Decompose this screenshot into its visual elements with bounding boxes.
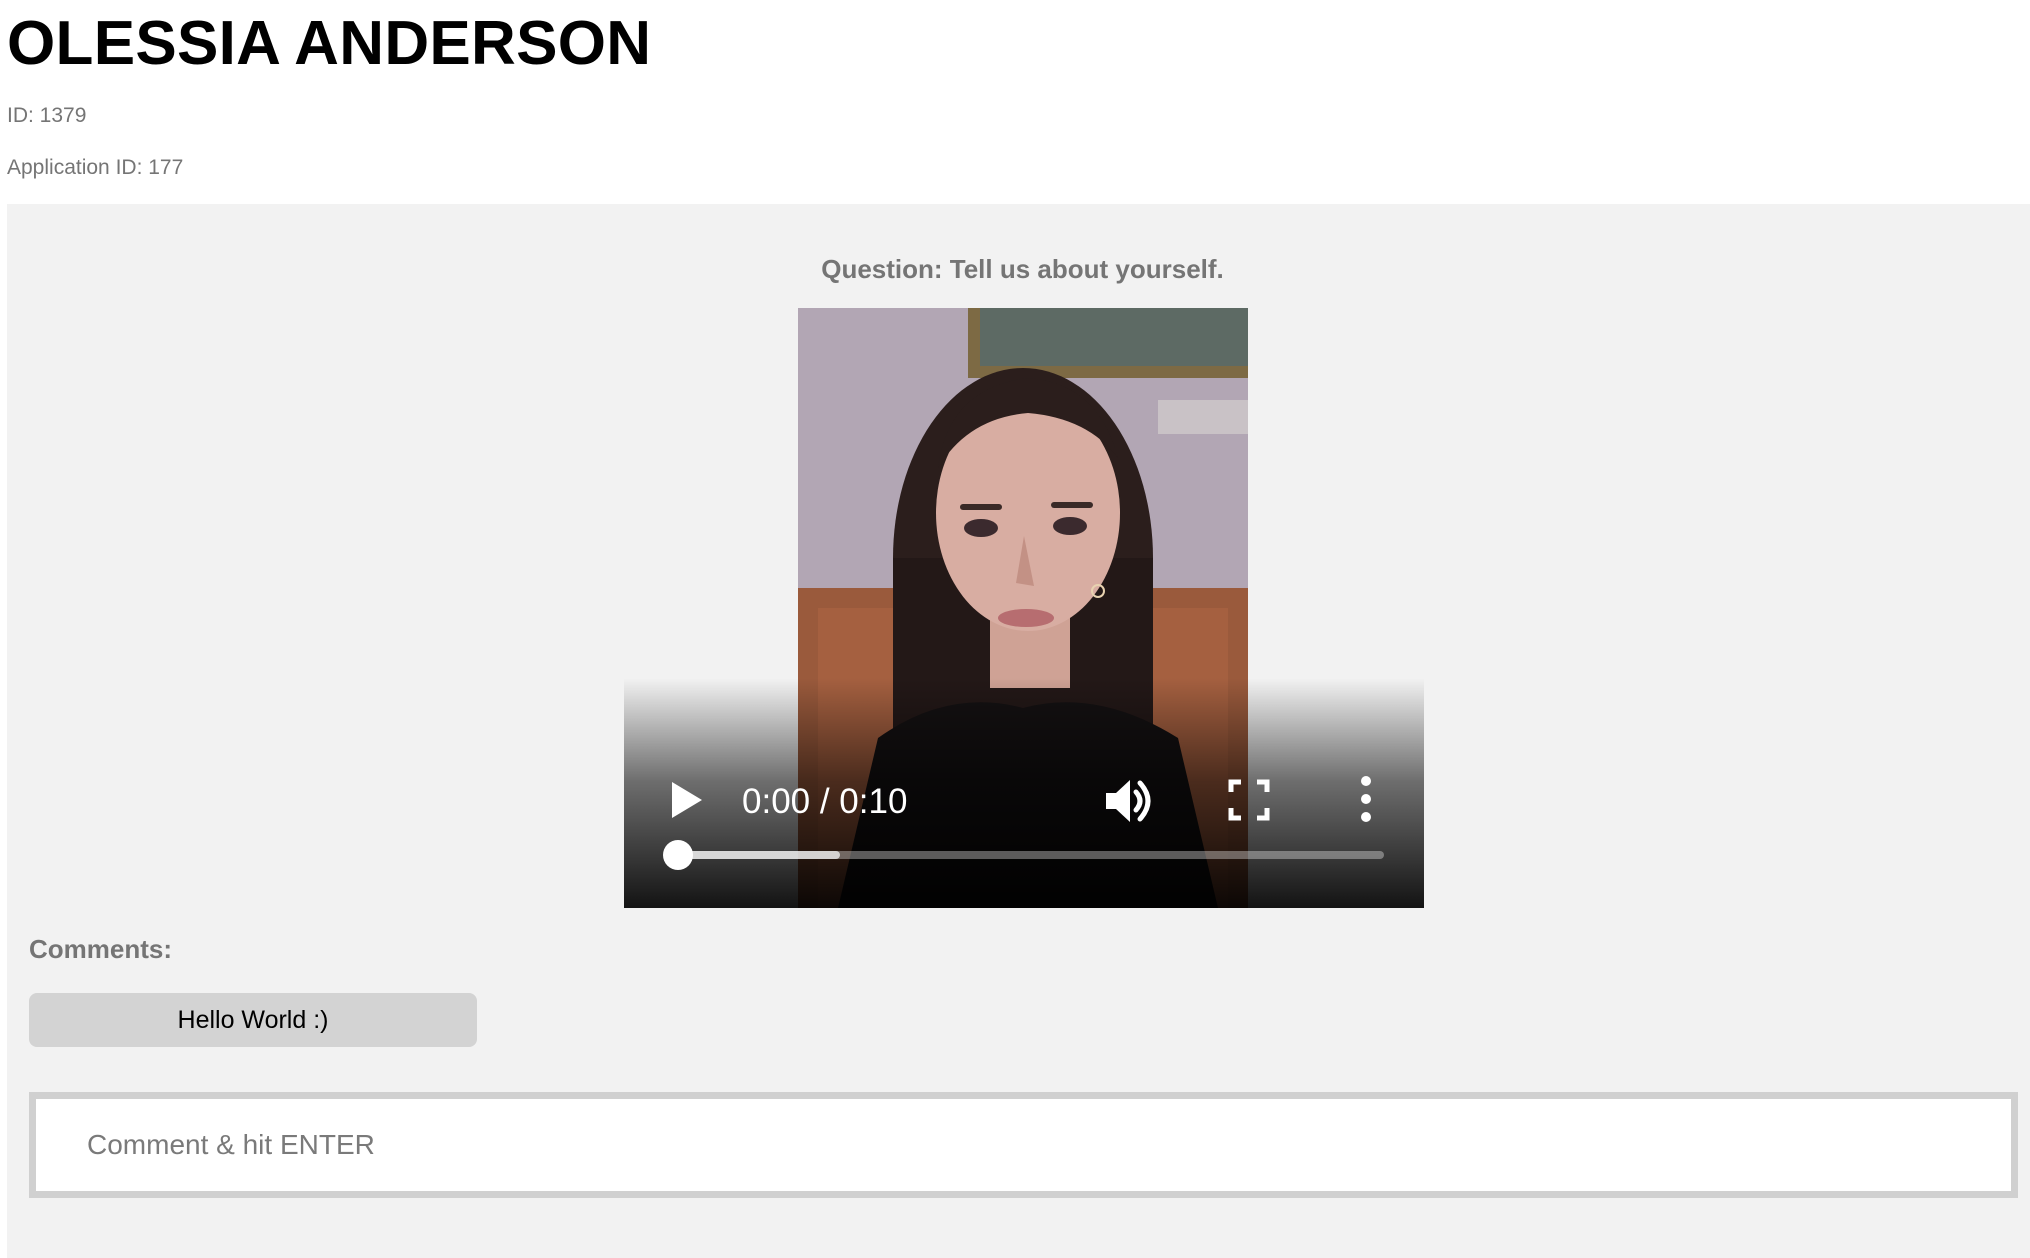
volume-button[interactable] xyxy=(1102,776,1158,826)
more-options-icon xyxy=(1361,776,1371,822)
volume-icon xyxy=(1106,780,1151,822)
seek-bar[interactable] xyxy=(663,840,1384,870)
seek-buffered xyxy=(678,851,841,859)
more-options-button[interactable] xyxy=(1354,774,1378,824)
comment-item: Hello World :) xyxy=(29,993,477,1047)
time-display: 0:00 / 0:10 xyxy=(742,782,908,821)
comment-input[interactable] xyxy=(29,1092,2018,1198)
seek-thumb[interactable] xyxy=(663,840,693,870)
video-player[interactable]: 0:00 / 0:10 xyxy=(624,308,1424,908)
candidate-name: OLESSIA ANDERSON xyxy=(7,9,652,78)
application-id: Application ID: 177 xyxy=(7,156,184,179)
play-button[interactable] xyxy=(664,778,708,822)
candidate-id: ID: 1379 xyxy=(7,104,87,127)
play-icon xyxy=(672,782,702,818)
question-text: Question: Tell us about yourself. xyxy=(821,254,1224,284)
comments-heading: Comments: xyxy=(29,934,173,964)
fullscreen-button[interactable] xyxy=(1227,778,1271,822)
fullscreen-icon xyxy=(1228,779,1270,821)
interview-panel: Question: Tell us about yourself. 0:00 /… xyxy=(7,204,2030,1258)
